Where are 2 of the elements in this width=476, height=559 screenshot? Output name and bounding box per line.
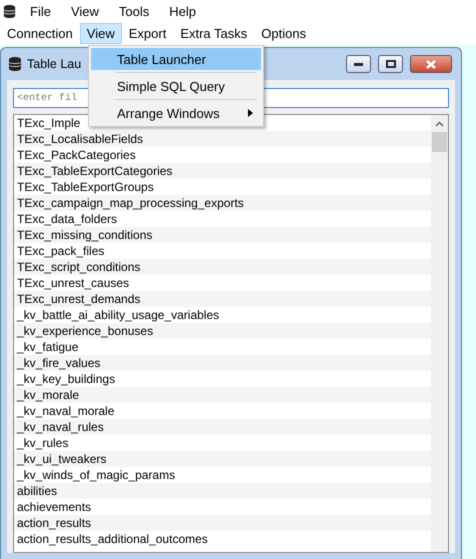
menu-label: Arrange Windows: [117, 106, 220, 120]
window-title: Table Lau: [27, 57, 82, 71]
